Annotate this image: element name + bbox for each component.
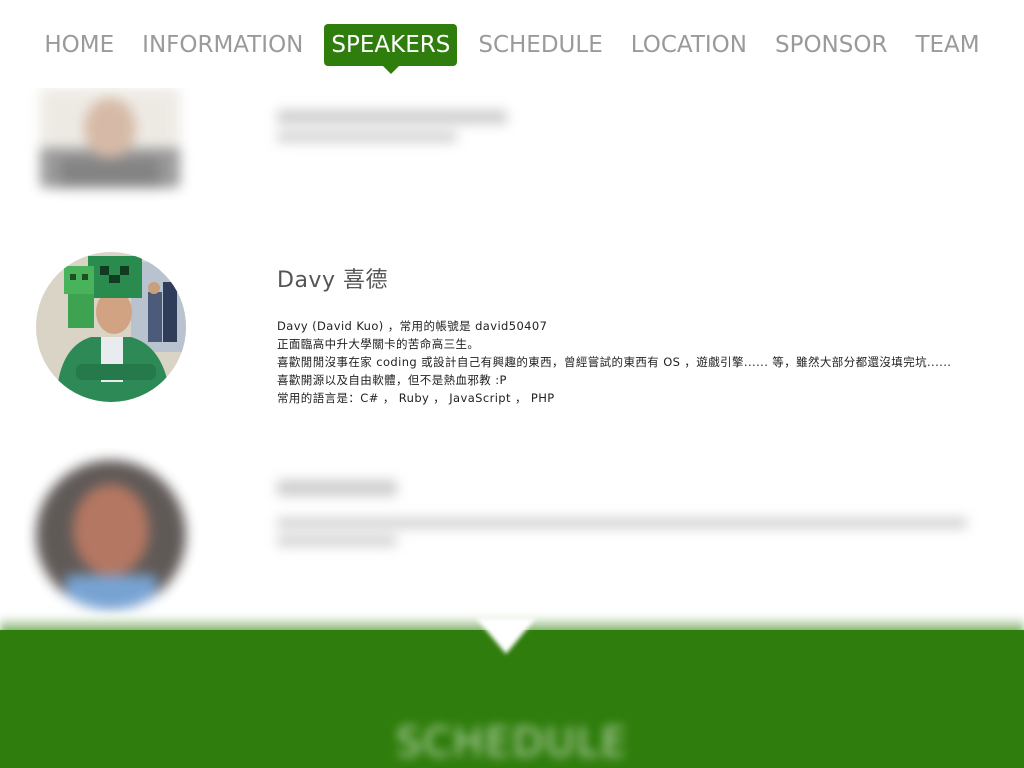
section-title: SCHEDULE [395,720,629,766]
main-nav: HOME INFORMATION SPEAKERS SCHEDULE LOCAT… [0,0,1024,88]
speaker-avatar [36,460,186,610]
nav-item-speakers[interactable]: SPEAKERS [324,24,458,74]
nav-item-label: HOME [44,32,115,58]
nav-item-sponsor[interactable]: SPONSOR [768,24,894,66]
speaker-bio-line: 喜歡開源以及自由軟體，但不是熱血邪教 :P [277,373,507,387]
nav-item-label: INFORMATION [142,32,304,58]
speaker-card-previous [0,70,1024,210]
speaker-bio-line: Davy (David Kuo) ，常用的帳號是 david50407 [277,319,548,333]
section-notch [476,618,536,654]
speaker-bio-line: 正面臨高中升大學關卡的苦命高三生。 [277,337,480,351]
speaker-info: Davy 喜德 Davy (David Kuo) ，常用的帳號是 david50… [277,250,977,407]
speaker-name: Davy 喜德 [277,268,388,293]
speaker-avatar [36,252,186,402]
speaker-avatar [40,88,180,188]
speaker-bio: Davy (David Kuo) ，常用的帳號是 david50407 正面臨高… [277,317,977,407]
nav-item-label: SPEAKERS [331,32,451,58]
nav-item-schedule[interactable]: SCHEDULE [471,24,609,66]
speaker-card-next [0,460,1024,620]
speaker-bio-line: 喜歡閒閒沒事在家 coding 或設計自己有興趣的東西，曾經嘗試的東西有 OS … [277,355,952,369]
speaker-info-blurred [277,110,977,150]
nav-item-label: LOCATION [630,32,747,58]
nav-item-location[interactable]: LOCATION [624,24,754,66]
speaker-card: Davy 喜德 Davy (David Kuo) ，常用的帳號是 david50… [0,250,1024,430]
nav-item-team[interactable]: TEAM [908,24,986,66]
nav-item-information[interactable]: INFORMATION [135,24,310,66]
nav-item-label: SPONSOR [774,32,888,58]
speaker-bio-line: 常用的語言是：C# ， Ruby ， JavaScript ， PHP [277,391,555,405]
nav-item-label: TEAM [915,32,980,58]
nav-item-label: SCHEDULE [478,32,603,58]
nav-item-home[interactable]: HOME [37,24,121,66]
speaker-info-blurred [277,480,977,554]
